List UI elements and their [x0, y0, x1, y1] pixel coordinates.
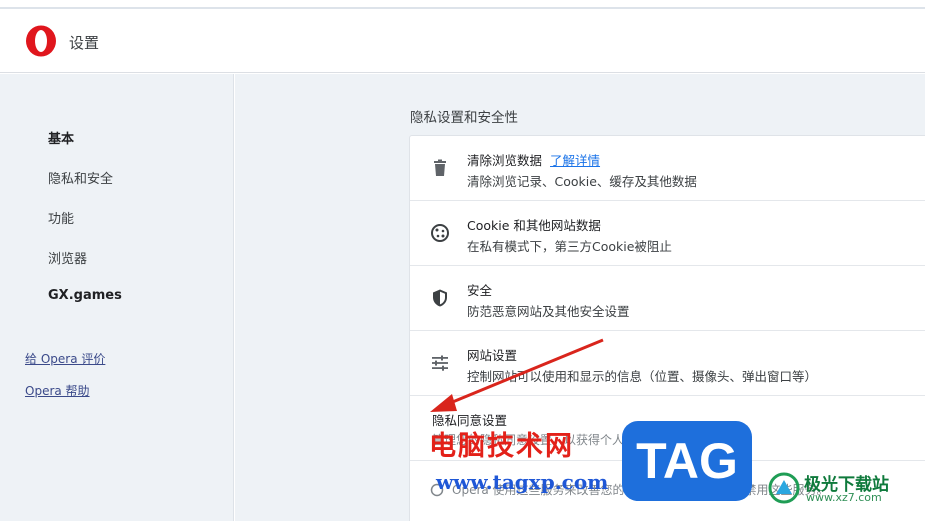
watermark-cn-text: 电脑技术网: [429, 431, 574, 462]
watermark-tag-logo: TAG: [622, 421, 752, 501]
watermark-site2-url: www.xz7.com: [806, 491, 882, 504]
watermark-site2: 极光下载站 www.xz7.com: [768, 468, 918, 508]
aurora-logo-icon: [768, 472, 800, 504]
watermark-url: www.tagxp.com: [436, 470, 609, 494]
